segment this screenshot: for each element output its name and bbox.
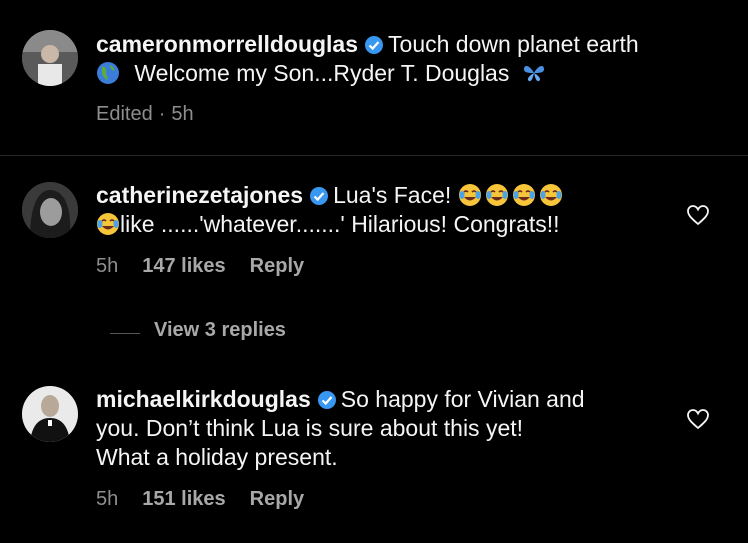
comment-text-line-1: Lua's Face!: [333, 182, 452, 208]
replies-line: [110, 333, 140, 334]
likes-count[interactable]: 147 likes: [142, 255, 225, 277]
like-heart-icon[interactable]: [686, 204, 710, 226]
reply-button[interactable]: Reply: [250, 488, 304, 510]
comment-text-line-1: So happy for Vivian and: [340, 386, 585, 412]
verified-badge-icon: [365, 36, 384, 54]
verified-badge-icon: [310, 187, 329, 205]
avatar[interactable]: [22, 182, 78, 238]
like-heart-icon[interactable]: [686, 408, 710, 430]
face-with-tears-of-joy-icon: [458, 184, 481, 206]
view-replies-button[interactable]: View 3 replies: [154, 319, 286, 342]
edited-label: Edited: [96, 103, 153, 125]
reply-button[interactable]: Reply: [250, 255, 304, 277]
username[interactable]: catherinezetajones: [96, 182, 303, 208]
comment-text-line-2: you. Don’t think Lua is sure about this …: [96, 415, 524, 441]
username[interactable]: cameronmorrelldouglas: [96, 31, 358, 57]
comment-text-line-3: What a holiday present.: [96, 444, 338, 470]
face-with-tears-of-joy-icon: [485, 184, 508, 206]
avatar[interactable]: [22, 386, 78, 442]
globe-americas-icon: [97, 62, 119, 84]
butterfly-icon: [523, 65, 544, 82]
face-with-tears-of-joy-icon: [512, 184, 535, 206]
comment-time: 5h: [96, 255, 119, 277]
verified-badge-icon: [317, 391, 336, 409]
avatar[interactable]: [22, 30, 78, 86]
comment-time: 5h: [171, 103, 194, 125]
divider: [0, 155, 748, 156]
username[interactable]: michaelkirkdouglas: [96, 386, 311, 412]
likes-count[interactable]: 151 likes: [142, 488, 225, 510]
comment-time: 5h: [96, 488, 119, 510]
face-with-tears-of-joy-icon: [539, 184, 562, 206]
meta-separator: ·: [158, 103, 166, 125]
comment-text-line-2: like ......'whatever.......' Hilarious! …: [120, 211, 560, 237]
comment-text-line-2: Welcome my Son...Ryder T. Douglas: [134, 60, 510, 86]
face-with-tears-of-joy-icon: [97, 213, 119, 235]
comment-text-line-1: Touch down planet earth: [388, 31, 639, 57]
